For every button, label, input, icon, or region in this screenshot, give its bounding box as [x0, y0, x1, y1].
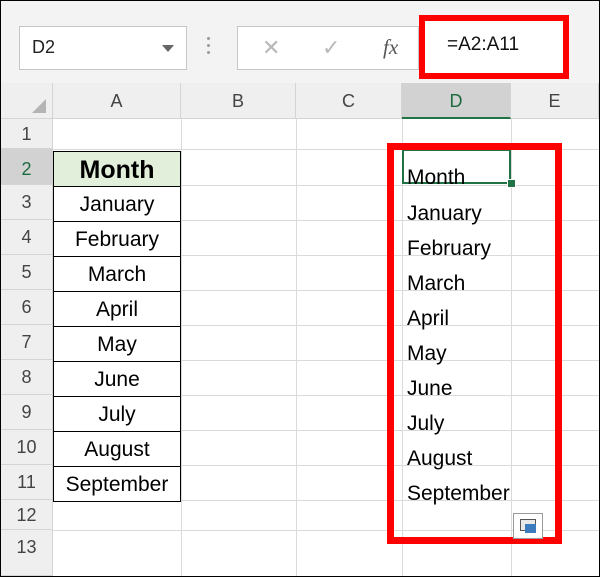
- column-header-e[interactable]: E: [511, 83, 599, 119]
- drag-handle-icon[interactable]: [207, 37, 211, 55]
- row-header-7[interactable]: 7: [1, 325, 53, 360]
- excel-window: D2 ✕ ✓ fx =A2:A11 A B C D E 1 2 3 4 5 6 …: [0, 0, 600, 577]
- cancel-icon[interactable]: ✕: [262, 35, 280, 61]
- cell-a6[interactable]: April: [53, 292, 181, 327]
- row-header-8[interactable]: 8: [1, 360, 53, 395]
- column-header-d[interactable]: D: [402, 83, 511, 119]
- formula-text: =A2:A11: [447, 34, 520, 55]
- spill-range-highlight: [387, 143, 562, 544]
- row-header-2[interactable]: 2: [1, 149, 53, 185]
- cell-a2[interactable]: Month: [53, 151, 181, 187]
- row-header-10[interactable]: 10: [1, 430, 53, 465]
- cell-a10[interactable]: August: [53, 432, 181, 467]
- row-header-12[interactable]: 12: [1, 500, 53, 530]
- cell-a8[interactable]: June: [53, 362, 181, 397]
- cell-a3[interactable]: January: [53, 187, 181, 222]
- formula-bar: D2 ✕ ✓ fx =A2:A11: [1, 1, 599, 84]
- cell-a5[interactable]: March: [53, 257, 181, 292]
- row-header-4[interactable]: 4: [1, 220, 53, 255]
- name-box[interactable]: D2: [19, 26, 187, 70]
- row-header-13[interactable]: 13: [1, 530, 53, 576]
- row-header-1[interactable]: 1: [1, 119, 53, 149]
- cell-a9[interactable]: July: [53, 397, 181, 432]
- row-header-5[interactable]: 5: [1, 255, 53, 290]
- column-header-b[interactable]: B: [181, 83, 296, 119]
- column-header-c[interactable]: C: [296, 83, 402, 119]
- cell-a11[interactable]: September: [53, 467, 181, 502]
- column-header-a[interactable]: A: [53, 83, 181, 119]
- row-header-9[interactable]: 9: [1, 395, 53, 430]
- paste-options-icon[interactable]: [513, 513, 543, 539]
- row-header-6[interactable]: 6: [1, 290, 53, 325]
- row-header-3[interactable]: 3: [1, 185, 53, 220]
- chevron-down-icon[interactable]: [162, 45, 174, 52]
- cell-a4[interactable]: February: [53, 222, 181, 257]
- select-all-button[interactable]: [1, 83, 53, 119]
- insert-function-icon[interactable]: fx: [383, 35, 398, 60]
- name-box-value: D2: [32, 37, 56, 57]
- enter-icon[interactable]: ✓: [322, 35, 340, 61]
- formula-controls: ✕ ✓ fx: [237, 26, 419, 70]
- formula-input[interactable]: =A2:A11: [419, 15, 569, 79]
- row-header-11[interactable]: 11: [1, 465, 53, 500]
- cell-a7[interactable]: May: [53, 327, 181, 362]
- gridline: [181, 119, 182, 576]
- gridline: [296, 119, 297, 576]
